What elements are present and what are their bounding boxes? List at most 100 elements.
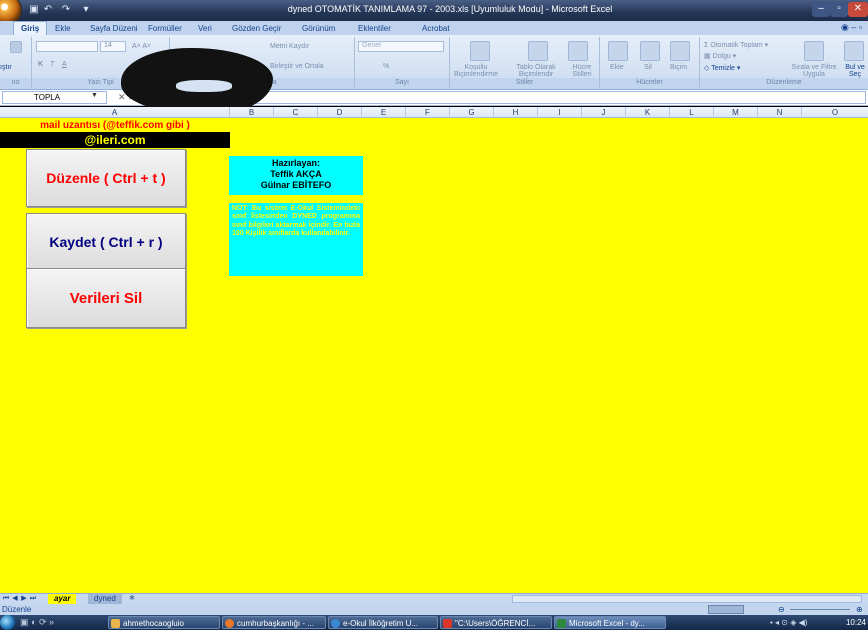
column-header-f[interactable]: F xyxy=(406,107,450,118)
format-as-table-icon[interactable] xyxy=(528,41,548,61)
column-header-n[interactable]: N xyxy=(758,107,802,118)
find-select-icon[interactable] xyxy=(844,41,864,61)
delete-cells-icon[interactable] xyxy=(640,41,660,61)
column-header-b[interactable]: B xyxy=(230,107,274,118)
zoom-in-icon[interactable]: ⊕ xyxy=(856,605,863,614)
next-sheet-icon[interactable]: ▶ xyxy=(20,594,28,604)
autosum-button[interactable]: Σ Otomatik Toplam ▾ xyxy=(704,41,768,49)
ribbon-tabs: Giriş Ekle Sayfa Düzeni Formüller Veri G… xyxy=(0,21,868,35)
sort-filter-icon[interactable] xyxy=(804,41,824,61)
worksheet[interactable]: mail uzantısı (@teffik.com gibi ) @ileri… xyxy=(0,118,868,593)
undo-icon[interactable]: ↶ xyxy=(42,4,54,16)
insert-sheet-icon[interactable]: ✱ xyxy=(128,594,136,604)
taskbar-item-ie[interactable]: e-Okul İlköğretim U... xyxy=(328,616,438,629)
clear-label: Temizle xyxy=(711,65,735,72)
zoom-track[interactable] xyxy=(790,609,850,610)
maximize-button[interactable]: ▫ xyxy=(830,2,848,17)
cut-icon[interactable] xyxy=(10,41,22,53)
name-box-dropdown-icon[interactable]: ▼ xyxy=(91,92,98,99)
redo-icon[interactable]: ↷ xyxy=(60,4,72,16)
paste-button[interactable]: ıştır xyxy=(0,64,12,71)
help-icon[interactable]: ◉ – ▫ xyxy=(841,22,862,33)
tray-icons[interactable]: ▪ ◂ ⊙ ◈ ◀) xyxy=(770,616,807,629)
tab-gorunum[interactable]: Görünüm xyxy=(302,22,335,35)
column-header-i[interactable]: I xyxy=(538,107,582,118)
fill-button[interactable]: ▦ Dolgu ▾ xyxy=(704,52,736,60)
minimize-button[interactable]: – xyxy=(812,2,830,17)
last-sheet-icon[interactable]: ⏭ xyxy=(29,594,37,604)
view-buttons[interactable] xyxy=(708,605,744,614)
taskbar-item-firefox[interactable]: cumhurbaşkanlığı - ... xyxy=(222,616,326,629)
horizontal-scrollbar[interactable] xyxy=(512,595,862,603)
sort-filter-button[interactable]: Sırala ve Filtre Uygula xyxy=(788,64,840,78)
taskbar-item-explorer[interactable]: "C:\Users\ÖĞRENCİ... xyxy=(440,616,552,629)
styles-label: Stiller xyxy=(450,78,599,88)
conditional-formatting-button[interactable]: Koşullu Biçimlendirme xyxy=(452,64,500,78)
format-cells-icon[interactable] xyxy=(670,41,690,61)
column-header-c[interactable]: C xyxy=(274,107,318,118)
bold-button[interactable]: K xyxy=(38,61,43,68)
column-header-e[interactable]: E xyxy=(362,107,406,118)
taskbar-item-excel-label: Microsoft Excel - dy... xyxy=(569,619,645,628)
tab-giris[interactable]: Giriş xyxy=(13,21,48,35)
clear-button[interactable]: ◇ Temizle ▾ xyxy=(704,64,740,72)
column-header-h[interactable]: H xyxy=(494,107,538,118)
format-as-table-button[interactable]: Tablo Olarak Biçimlendir xyxy=(506,64,566,78)
tab-ekle[interactable]: Ekle xyxy=(55,22,71,35)
cell-styles-icon[interactable] xyxy=(568,41,588,61)
sheet-tab-dyned[interactable]: dyned xyxy=(88,594,122,604)
column-header-l[interactable]: L xyxy=(670,107,714,118)
column-header-g[interactable]: G xyxy=(450,107,494,118)
save-icon[interactable]: ▣ xyxy=(28,4,40,16)
column-header-d[interactable]: D xyxy=(318,107,362,118)
font-size-box[interactable]: 14 xyxy=(100,41,126,52)
column-header-m[interactable]: M xyxy=(714,107,758,118)
format-cells-button[interactable]: Biçim xyxy=(670,64,687,71)
cell-styles-button[interactable]: Hücre Stilleri xyxy=(566,64,598,78)
note-box: NOT: Bu sistem E-Okul Sistemindeki sınıf… xyxy=(229,203,363,276)
sheet-tab-ayar[interactable]: ayar xyxy=(48,594,77,604)
find-select-button[interactable]: Bul ve Seç xyxy=(842,64,868,78)
sheet-tab-bar: ⏮ ◀ ▶ ⏭ ayar dyned ✱ xyxy=(0,593,868,604)
grow-font-icon[interactable]: A˄ A˅ xyxy=(132,43,151,50)
delete-cells-button[interactable]: Sil xyxy=(644,64,652,71)
column-header-a[interactable]: A xyxy=(0,107,230,118)
taskbar-item-folder[interactable]: ahmethocaogluio xyxy=(108,616,220,629)
merge-center-button[interactable]: Birleştir ve Ortala xyxy=(270,63,324,70)
tab-acrobat[interactable]: Acrobat xyxy=(422,22,450,35)
zoom-out-icon[interactable]: ⊖ xyxy=(778,605,785,614)
font-name-box[interactable] xyxy=(36,41,98,52)
italic-button[interactable]: T xyxy=(50,61,54,68)
zoom-slider[interactable]: ⊖ ⊕ xyxy=(708,605,868,614)
tab-gozden-gecir[interactable]: Gözden Geçir xyxy=(232,22,281,35)
column-headers: A B C D E F G H I J K L M N O xyxy=(0,107,868,118)
cells-label: Hücreler xyxy=(600,78,699,88)
start-button[interactable] xyxy=(0,615,15,630)
tab-veri[interactable]: Veri xyxy=(198,22,212,35)
first-sheet-icon[interactable]: ⏮ xyxy=(2,594,10,604)
title-bar: ▣ ↶ ↷ ▾ dyned OTOMATİK TANIMLAMA 97 - 20… xyxy=(0,0,868,26)
taskbar-item-excel[interactable]: Microsoft Excel - dy... xyxy=(554,616,666,629)
insert-cells-icon[interactable] xyxy=(608,41,628,61)
customize-quick-access-icon[interactable]: ▾ xyxy=(80,4,92,16)
tab-sayfa-duzeni[interactable]: Sayfa Düzeni xyxy=(90,22,138,35)
insert-cells-button[interactable]: Ekle xyxy=(610,64,624,71)
delete-data-button[interactable]: Verileri Sil xyxy=(26,268,186,328)
edit-button[interactable]: Düzenle ( Ctrl + t ) xyxy=(26,149,186,207)
mail-extension-value[interactable]: @ileri.com xyxy=(0,132,230,148)
underline-button[interactable]: A xyxy=(62,61,67,68)
mail-extension-label[interactable]: mail uzantısı (@teffik.com gibi ) xyxy=(0,119,230,132)
column-header-k[interactable]: K xyxy=(626,107,670,118)
column-header-j[interactable]: J xyxy=(582,107,626,118)
prev-sheet-icon[interactable]: ◀ xyxy=(11,594,19,604)
tab-formuller[interactable]: Formüller xyxy=(148,22,182,35)
number-format-box[interactable]: Genel xyxy=(358,41,444,52)
save-button[interactable]: Kaydet ( Ctrl + r ) xyxy=(26,213,186,271)
conditional-formatting-icon[interactable] xyxy=(470,41,490,61)
tab-eklentiler[interactable]: Eklentiler xyxy=(358,22,391,35)
wrap-text-button[interactable]: Metni Kaydır xyxy=(270,43,309,50)
close-button[interactable]: ✕ xyxy=(848,2,868,17)
percent-button[interactable]: % xyxy=(383,63,389,70)
quick-launch-icons[interactable]: ▣ ◐ ⟳ » xyxy=(20,616,54,629)
column-header-o[interactable]: O xyxy=(802,107,868,118)
